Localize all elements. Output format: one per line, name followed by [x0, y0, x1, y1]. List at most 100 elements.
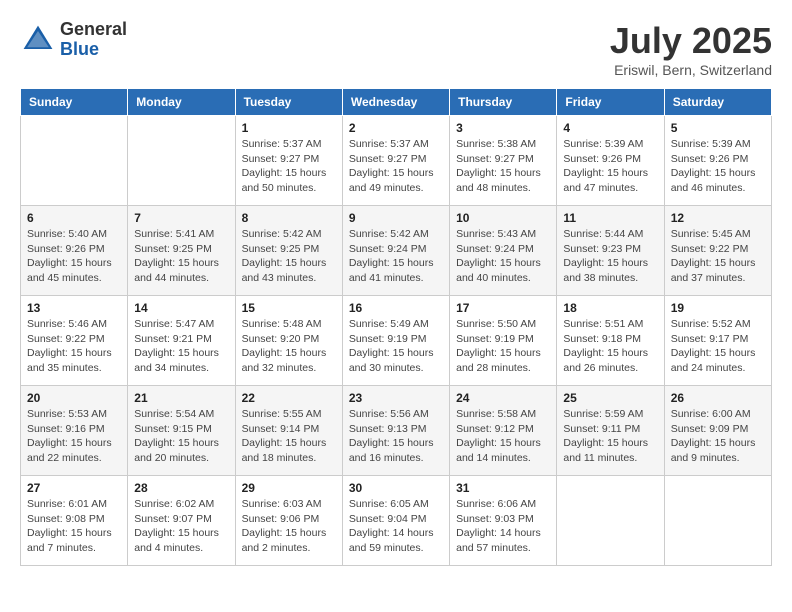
logo-blue: Blue — [60, 40, 127, 60]
day-detail: Sunrise: 5:39 AM Sunset: 9:26 PM Dayligh… — [563, 137, 657, 196]
day-number: 18 — [563, 301, 657, 315]
header-friday: Friday — [557, 89, 664, 116]
day-number: 10 — [456, 211, 550, 225]
day-number: 13 — [27, 301, 121, 315]
day-number: 5 — [671, 121, 765, 135]
day-number: 22 — [242, 391, 336, 405]
day-number: 12 — [671, 211, 765, 225]
calendar-week-3: 13 Sunrise: 5:46 AM Sunset: 9:22 PM Dayli… — [21, 296, 772, 386]
day-number: 9 — [349, 211, 443, 225]
day-detail: Sunrise: 5:38 AM Sunset: 9:27 PM Dayligh… — [456, 137, 550, 196]
calendar-cell: 4 Sunrise: 5:39 AM Sunset: 9:26 PM Daylig… — [557, 116, 664, 206]
header-wednesday: Wednesday — [342, 89, 449, 116]
day-detail: Sunrise: 5:49 AM Sunset: 9:19 PM Dayligh… — [349, 317, 443, 376]
day-detail: Sunrise: 5:48 AM Sunset: 9:20 PM Dayligh… — [242, 317, 336, 376]
day-number: 3 — [456, 121, 550, 135]
day-number: 24 — [456, 391, 550, 405]
logo-text: General Blue — [60, 20, 127, 60]
day-detail: Sunrise: 6:02 AM Sunset: 9:07 PM Dayligh… — [134, 497, 228, 556]
day-number: 26 — [671, 391, 765, 405]
calendar-cell: 26 Sunrise: 6:00 AM Sunset: 9:09 PM Dayli… — [664, 386, 771, 476]
day-detail: Sunrise: 5:43 AM Sunset: 9:24 PM Dayligh… — [456, 227, 550, 286]
day-number: 17 — [456, 301, 550, 315]
calendar-cell: 30 Sunrise: 6:05 AM Sunset: 9:04 PM Dayli… — [342, 476, 449, 566]
calendar-cell — [128, 116, 235, 206]
calendar-cell: 15 Sunrise: 5:48 AM Sunset: 9:20 PM Dayli… — [235, 296, 342, 386]
day-number: 7 — [134, 211, 228, 225]
day-detail: Sunrise: 5:40 AM Sunset: 9:26 PM Dayligh… — [27, 227, 121, 286]
calendar-cell — [21, 116, 128, 206]
day-number: 25 — [563, 391, 657, 405]
month-title: July 2025 — [610, 20, 772, 62]
calendar-cell: 13 Sunrise: 5:46 AM Sunset: 9:22 PM Dayli… — [21, 296, 128, 386]
calendar-cell: 11 Sunrise: 5:44 AM Sunset: 9:23 PM Dayli… — [557, 206, 664, 296]
calendar-cell — [664, 476, 771, 566]
calendar-cell: 16 Sunrise: 5:49 AM Sunset: 9:19 PM Dayli… — [342, 296, 449, 386]
day-number: 6 — [27, 211, 121, 225]
calendar-cell: 24 Sunrise: 5:58 AM Sunset: 9:12 PM Dayli… — [450, 386, 557, 476]
day-detail: Sunrise: 5:58 AM Sunset: 9:12 PM Dayligh… — [456, 407, 550, 466]
day-number: 1 — [242, 121, 336, 135]
header-thursday: Thursday — [450, 89, 557, 116]
page-header: General Blue July 2025 Eriswil, Bern, Sw… — [20, 20, 772, 78]
day-number: 19 — [671, 301, 765, 315]
calendar-cell: 29Sunrise: 6:03 AM Sunset: 9:06 PM Dayli… — [235, 476, 342, 566]
logo-icon — [20, 22, 56, 58]
day-number: 30 — [349, 481, 443, 495]
calendar-cell: 25 Sunrise: 5:59 AM Sunset: 9:11 PM Dayli… — [557, 386, 664, 476]
calendar-header: Sunday Monday Tuesday Wednesday Thursday… — [21, 89, 772, 116]
day-number: 29 — [242, 481, 336, 495]
day-number: 8 — [242, 211, 336, 225]
header-saturday: Saturday — [664, 89, 771, 116]
calendar-cell: 19 Sunrise: 5:52 AM Sunset: 9:17 PM Dayli… — [664, 296, 771, 386]
day-detail: Sunrise: 5:54 AM Sunset: 9:15 PM Dayligh… — [134, 407, 228, 466]
day-detail: Sunrise: 5:50 AM Sunset: 9:19 PM Dayligh… — [456, 317, 550, 376]
calendar-cell: 6 Sunrise: 5:40 AM Sunset: 9:26 PM Daylig… — [21, 206, 128, 296]
day-number: 20 — [27, 391, 121, 405]
day-detail: Sunrise: 5:59 AM Sunset: 9:11 PM Dayligh… — [563, 407, 657, 466]
day-number: 4 — [563, 121, 657, 135]
day-detail: Sunrise: 5:47 AM Sunset: 9:21 PM Dayligh… — [134, 317, 228, 376]
day-number: 11 — [563, 211, 657, 225]
day-detail: Sunrise: 5:55 AM Sunset: 9:14 PM Dayligh… — [242, 407, 336, 466]
calendar-cell: 22 Sunrise: 5:55 AM Sunset: 9:14 PM Dayli… — [235, 386, 342, 476]
day-detail: Sunrise: 5:56 AM Sunset: 9:13 PM Dayligh… — [349, 407, 443, 466]
calendar-cell: 28Sunrise: 6:02 AM Sunset: 9:07 PM Dayli… — [128, 476, 235, 566]
calendar-cell: 21 Sunrise: 5:54 AM Sunset: 9:15 PM Dayli… — [128, 386, 235, 476]
calendar-cell: 18 Sunrise: 5:51 AM Sunset: 9:18 PM Dayli… — [557, 296, 664, 386]
day-number: 16 — [349, 301, 443, 315]
calendar-cell: 12Sunrise: 5:45 AM Sunset: 9:22 PM Dayli… — [664, 206, 771, 296]
day-number: 15 — [242, 301, 336, 315]
day-detail: Sunrise: 5:37 AM Sunset: 9:27 PM Dayligh… — [242, 137, 336, 196]
header-tuesday: Tuesday — [235, 89, 342, 116]
day-number: 27 — [27, 481, 121, 495]
day-detail: Sunrise: 5:42 AM Sunset: 9:24 PM Dayligh… — [349, 227, 443, 286]
day-detail: Sunrise: 5:51 AM Sunset: 9:18 PM Dayligh… — [563, 317, 657, 376]
day-detail: Sunrise: 5:52 AM Sunset: 9:17 PM Dayligh… — [671, 317, 765, 376]
header-sunday: Sunday — [21, 89, 128, 116]
header-monday: Monday — [128, 89, 235, 116]
day-detail: Sunrise: 6:05 AM Sunset: 9:04 PM Dayligh… — [349, 497, 443, 556]
day-detail: Sunrise: 6:01 AM Sunset: 9:08 PM Dayligh… — [27, 497, 121, 556]
calendar-cell: 17 Sunrise: 5:50 AM Sunset: 9:19 PM Dayli… — [450, 296, 557, 386]
calendar-cell: 14Sunrise: 5:47 AM Sunset: 9:21 PM Dayli… — [128, 296, 235, 386]
day-detail: Sunrise: 5:42 AM Sunset: 9:25 PM Dayligh… — [242, 227, 336, 286]
calendar-cell: 9 Sunrise: 5:42 AM Sunset: 9:24 PM Daylig… — [342, 206, 449, 296]
calendar-table: Sunday Monday Tuesday Wednesday Thursday… — [20, 88, 772, 566]
title-block: July 2025 Eriswil, Bern, Switzerland — [610, 20, 772, 78]
day-detail: Sunrise: 5:41 AM Sunset: 9:25 PM Dayligh… — [134, 227, 228, 286]
calendar-cell: 20 Sunrise: 5:53 AM Sunset: 9:16 PM Dayli… — [21, 386, 128, 476]
day-number: 2 — [349, 121, 443, 135]
location: Eriswil, Bern, Switzerland — [610, 62, 772, 78]
day-detail: Sunrise: 5:46 AM Sunset: 9:22 PM Dayligh… — [27, 317, 121, 376]
calendar-cell: 1 Sunrise: 5:37 AM Sunset: 9:27 PM Daylig… — [235, 116, 342, 206]
calendar-week-2: 6 Sunrise: 5:40 AM Sunset: 9:26 PM Daylig… — [21, 206, 772, 296]
calendar-cell: 10 Sunrise: 5:43 AM Sunset: 9:24 PM Dayli… — [450, 206, 557, 296]
logo-general: General — [60, 20, 127, 40]
day-detail: Sunrise: 5:44 AM Sunset: 9:23 PM Dayligh… — [563, 227, 657, 286]
day-detail: Sunrise: 6:00 AM Sunset: 9:09 PM Dayligh… — [671, 407, 765, 466]
calendar-week-1: 1 Sunrise: 5:37 AM Sunset: 9:27 PM Daylig… — [21, 116, 772, 206]
day-detail: Sunrise: 5:53 AM Sunset: 9:16 PM Dayligh… — [27, 407, 121, 466]
calendar-cell: 5Sunrise: 5:39 AM Sunset: 9:26 PM Daylig… — [664, 116, 771, 206]
day-number: 21 — [134, 391, 228, 405]
